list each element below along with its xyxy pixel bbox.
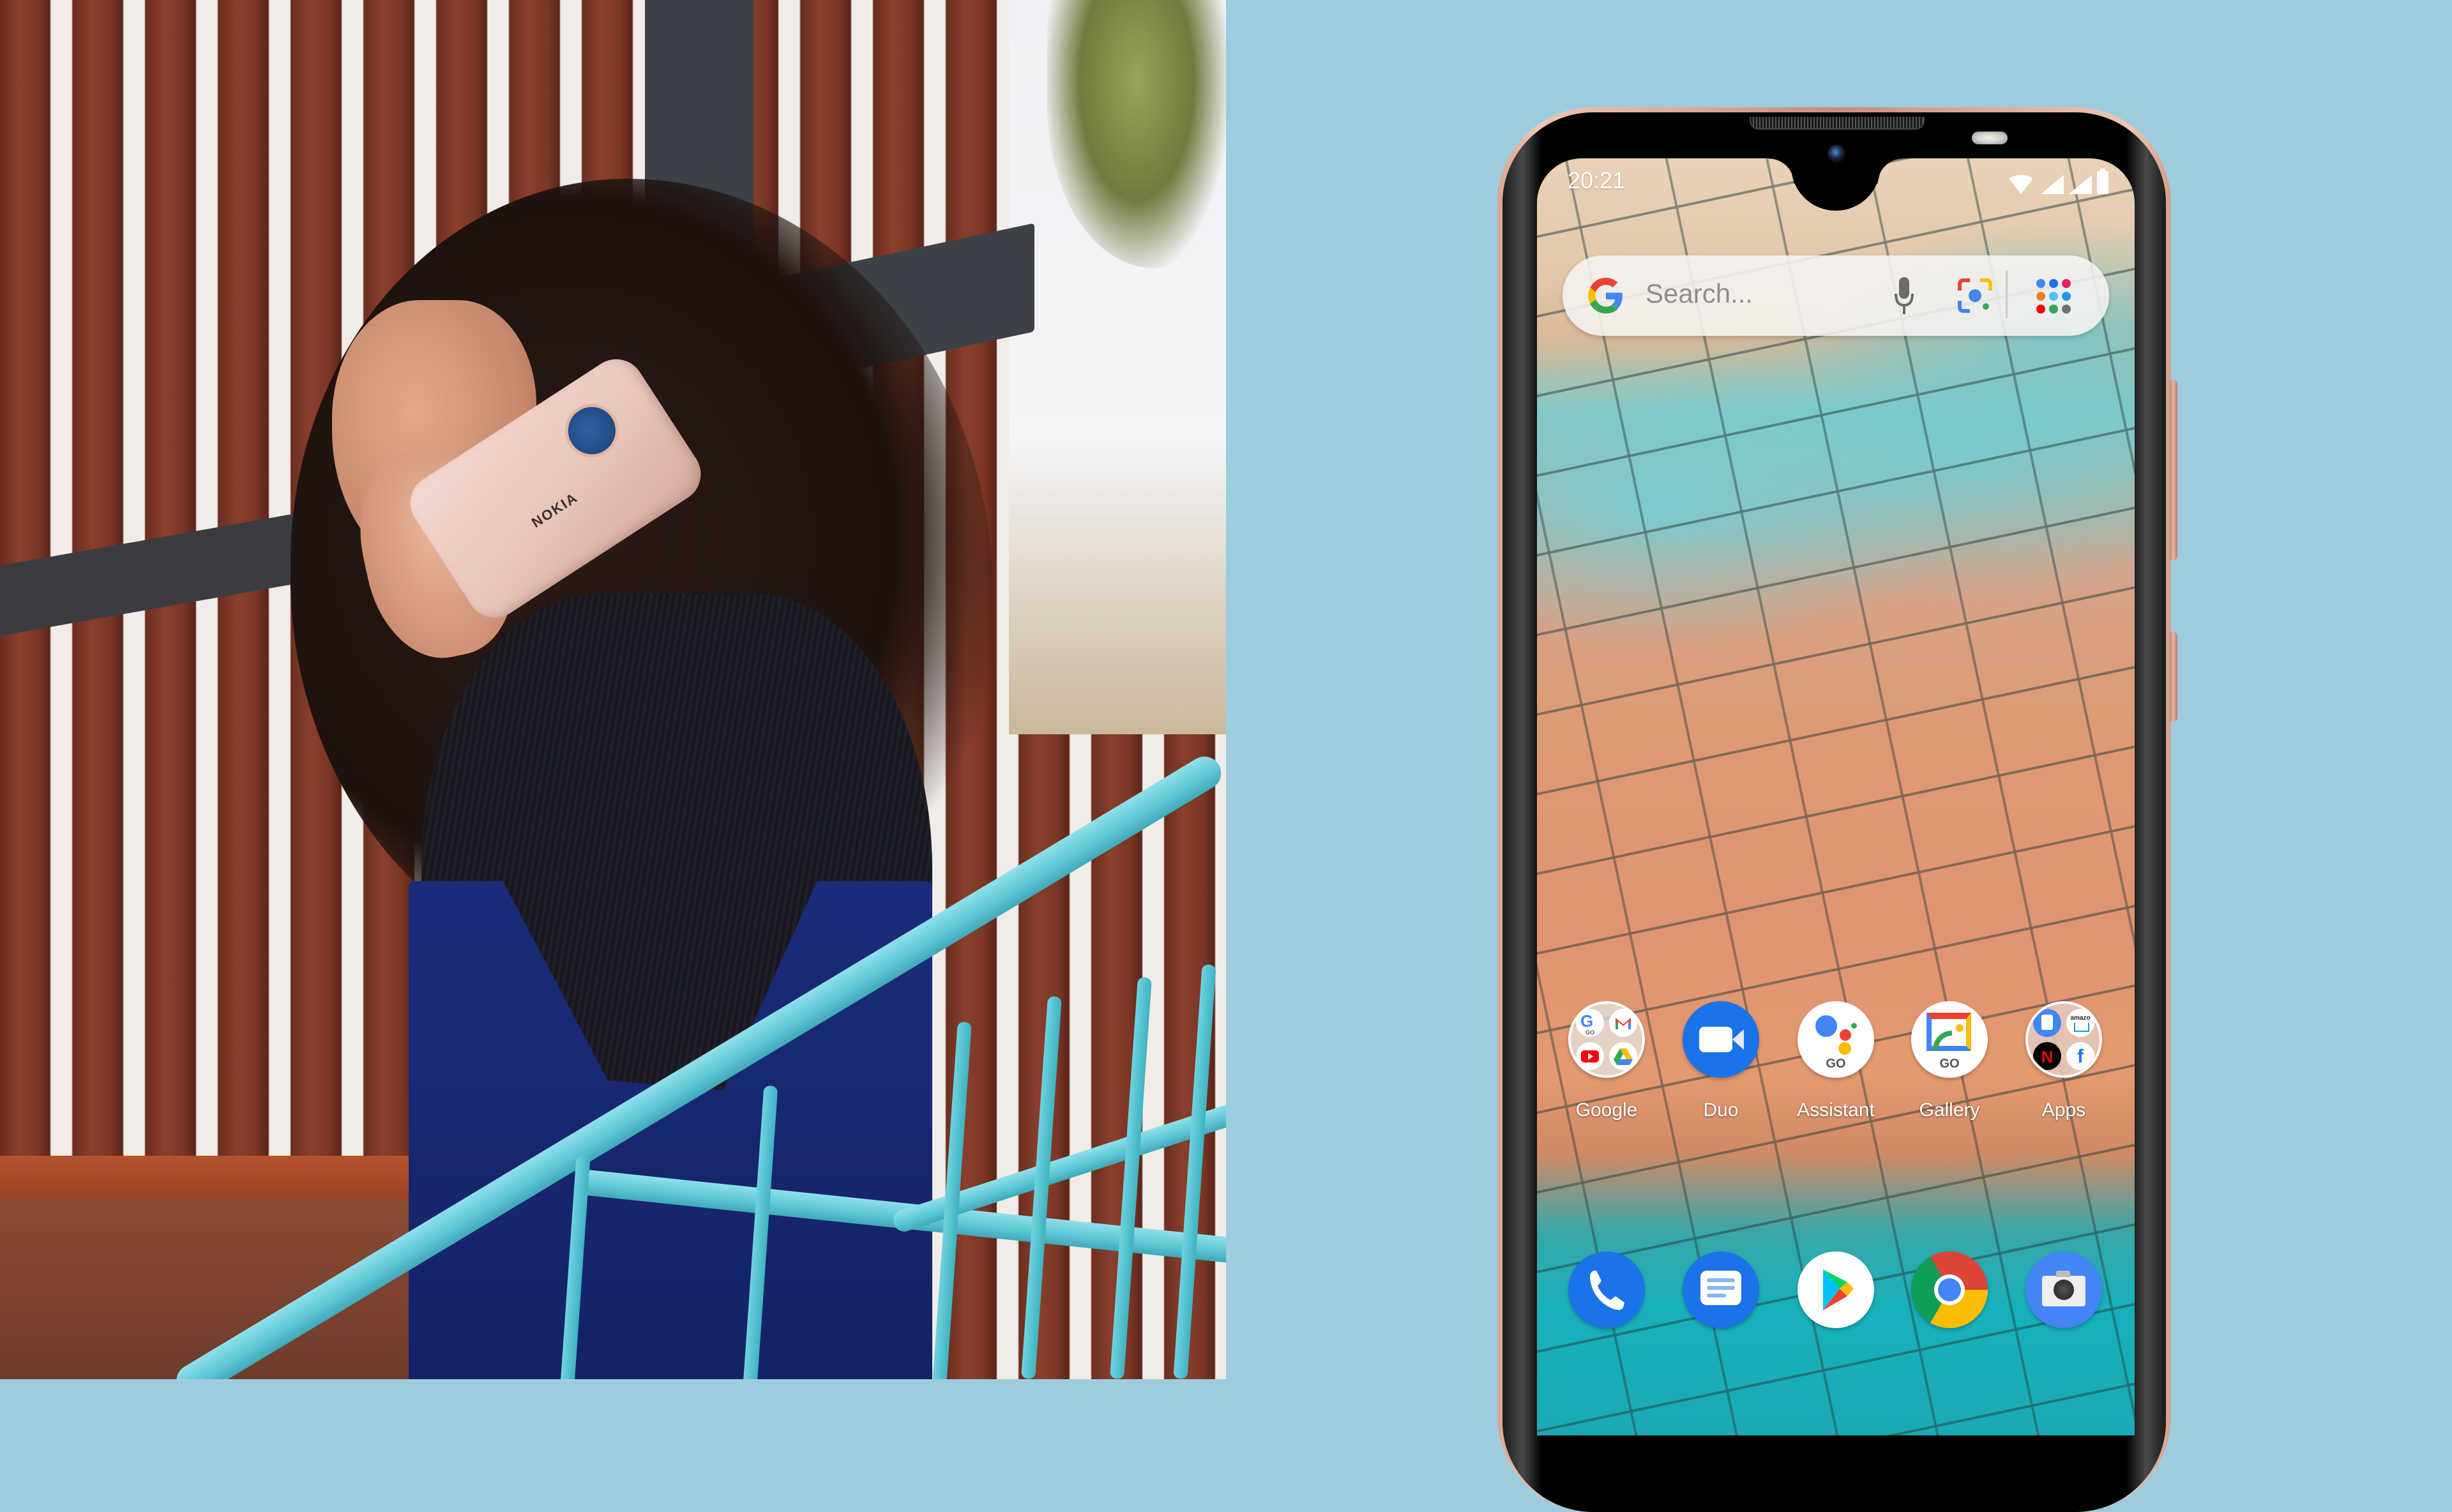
dock-camera[interactable] (2016, 1251, 2112, 1328)
app-apps-folder[interactable]: amazo N f Apps (2016, 1001, 2112, 1121)
microphone-icon[interactable] (1895, 276, 1914, 317)
google-go-icon: G GO (1576, 1009, 1604, 1037)
app-label: Apps (2041, 1100, 2086, 1121)
status-icons (2006, 169, 2108, 194)
app-google-folder[interactable]: G GO Google (1559, 1001, 1654, 1121)
google-g-icon (1588, 278, 1623, 314)
signal-icon (2069, 175, 2092, 194)
youtube-icon (1576, 1042, 1604, 1070)
wallpaper-texture (1537, 158, 2135, 1435)
google-search-widget[interactable]: Search... (1563, 255, 2109, 336)
go-badge: GO (1826, 1057, 1846, 1071)
dock-messages[interactable] (1673, 1251, 1769, 1328)
app-duo[interactable]: Duo (1673, 1001, 1769, 1121)
netflix-icon: N (2033, 1042, 2061, 1070)
google-lens-icon[interactable] (1957, 278, 1993, 314)
wifi-icon (2006, 175, 2036, 194)
drive-icon (1609, 1042, 1637, 1070)
play-store-icon (1797, 1251, 1874, 1328)
amazon-icon: amazo (2066, 1009, 2094, 1037)
dock-play-store[interactable] (1788, 1251, 1884, 1328)
go-badge: GO (1939, 1057, 1960, 1071)
duo-video-icon (1683, 1001, 1759, 1078)
google-folder-icon: G GO (1568, 1001, 1645, 1078)
chrome-icon (1911, 1251, 1988, 1328)
app-assistant[interactable]: GO Assistant (1788, 1001, 1884, 1121)
volume-button (2170, 380, 2177, 560)
facebook-icon: f (2066, 1042, 2094, 1070)
status-time: 20:21 (1568, 167, 1626, 193)
gallery-go-icon: GO (1911, 1001, 1988, 1078)
front-camera (1828, 145, 1845, 163)
proximity-sensor (1972, 132, 2008, 144)
app-label: Duo (1703, 1100, 1739, 1121)
phone-icon (1568, 1251, 1645, 1328)
dock-chrome[interactable] (1902, 1251, 1997, 1328)
phone-camera-module (554, 393, 629, 468)
notch-corner (1877, 158, 1903, 184)
app-gallery[interactable]: GO Gallery (1902, 1001, 1997, 1121)
app-label: Gallery (1919, 1100, 1980, 1121)
assistant-go-icon: GO (1797, 1001, 1874, 1078)
dock-phone[interactable] (1559, 1251, 1654, 1328)
search-placeholder[interactable]: Search... (1646, 278, 1753, 309)
apps-folder-icon: amazo N f (2025, 1001, 2102, 1078)
notch-corner (1769, 158, 1794, 184)
messages-icon (1683, 1251, 1759, 1328)
search-divider (2006, 271, 2008, 318)
files-icon (2033, 1009, 2061, 1037)
apps-grid-icon[interactable] (2036, 279, 2071, 314)
gmail-icon (1609, 1009, 1637, 1037)
home-screen-wallpaper (1537, 158, 2135, 1435)
earpiece-speaker (1750, 117, 1925, 130)
app-label: Google (1575, 1100, 1638, 1121)
battery-icon (2097, 169, 2108, 194)
power-button (2170, 632, 2177, 722)
signal-icon (2041, 175, 2064, 194)
phone-brand-logo: NOKIA (528, 489, 581, 531)
lifestyle-photo: NOKIA (0, 0, 1226, 1379)
camera-icon (2025, 1251, 2102, 1328)
app-label: Assistant (1797, 1100, 1875, 1121)
